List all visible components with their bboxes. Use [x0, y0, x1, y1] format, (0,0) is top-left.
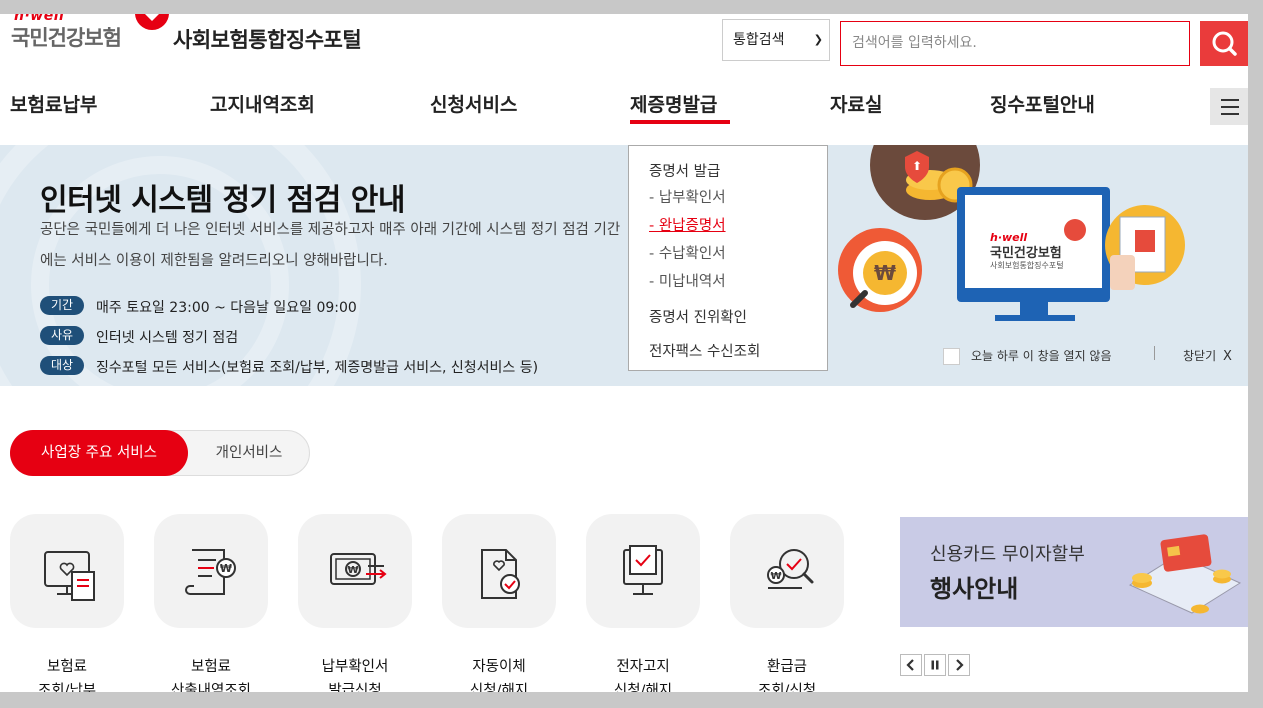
hamburger-icon-line [1221, 106, 1239, 108]
service-label[interactable]: 환급금조회/신청 [730, 655, 844, 692]
search-icon [1212, 31, 1237, 56]
search-scope-value: 통합검색 [733, 32, 785, 48]
logo-heart-icon [135, 14, 169, 30]
close-icon: X [1222, 349, 1232, 364]
promo-line1: 신용카드 무이자할부 [930, 544, 1085, 565]
dont-show-today-checkbox[interactable] [943, 348, 960, 365]
page: h·well 국민건강보험 사회보험통합징수포털 통합검색 ❯ 검색어를 입력하… [0, 14, 1248, 692]
hamburger-menu-button[interactable] [1210, 88, 1248, 125]
reason-text: 인터넷 시스템 정기 점검 [96, 330, 239, 346]
nav-item-portal-guide[interactable]: 징수포털안내 [990, 90, 1095, 117]
illustration-logo-sub: 사회보험통합징수포털 [990, 261, 1064, 270]
badge-target: 대상 [40, 356, 84, 375]
service-label-line1: 전자고지 [616, 659, 670, 675]
service-tile-e-notice[interactable] [586, 514, 700, 628]
search-button[interactable] [1200, 21, 1248, 66]
promo-next-button[interactable] [948, 654, 970, 676]
service-label[interactable]: 보험료조회/납부 [10, 655, 124, 692]
service-tile-auto-transfer[interactable] [442, 514, 556, 628]
logo-nhis[interactable]: 국민건강보험 [11, 22, 122, 52]
dropdown-item-receipt-confirmation[interactable]: - 수납확인서 [649, 242, 726, 263]
dropdown-item-efax[interactable]: 전자팩스 수신조회 [649, 340, 760, 361]
service-label[interactable]: 전자고지신청/해지 [586, 655, 700, 692]
chevron-right-icon [956, 659, 964, 671]
dropdown-item-certificate-issue[interactable]: 증명서 발급 [649, 160, 720, 181]
scroll-won-icon: ₩ [185, 549, 236, 595]
tab-business-services[interactable]: 사업장 주요 서비스 [10, 430, 188, 476]
close-banner-label: 창닫기 [1183, 349, 1217, 363]
svg-text:₩: ₩ [220, 562, 232, 575]
promo-banner[interactable]: 신용카드 무이자할부 행사안내 [900, 517, 1248, 627]
service-label[interactable]: 납부확인서발급신청 [298, 655, 412, 692]
site-title[interactable]: 사회보험통합징수포털 [173, 24, 362, 54]
service-label-line2: 조회/신청 [757, 683, 817, 692]
search-input[interactable]: 검색어를 입력하세요. [840, 21, 1190, 66]
service-label-line2: 신청/해지 [469, 683, 529, 692]
monitor-check-icon [623, 545, 663, 595]
svg-text:⬆: ⬆ [912, 159, 922, 173]
service-label-line2: 산출내역조회 [170, 683, 252, 692]
banner-description: 공단은 국민들에게 더 나은 인터넷 서비스를 제공하고자 매주 아래 기간에 … [40, 222, 621, 269]
certificate-dropdown-menu: 증명서 발급 - 납부확인서 - 완납증명서 - 수납확인서 - 미납내역서 증… [628, 145, 828, 371]
service-label-line2: 신청/해지 [613, 683, 673, 692]
nav-active-indicator [630, 120, 730, 124]
tab-personal-services[interactable]: 개인서비스 [190, 430, 308, 476]
promo-prev-button[interactable] [900, 654, 922, 676]
chevron-left-icon [906, 659, 914, 671]
service-label-line1: 보험료 [190, 659, 232, 675]
svg-text:₩: ₩ [770, 571, 781, 582]
service-label[interactable]: 보험료산출내역조회 [154, 655, 268, 692]
service-tile-premium-payment[interactable] [10, 514, 124, 628]
hamburger-icon [1221, 99, 1239, 101]
chevron-down-icon: ❯ [813, 33, 823, 46]
banner-title: 인터넷 시스템 정기 점검 안내 [40, 183, 405, 218]
nav-item-certificate[interactable]: 제증명발급 [630, 90, 717, 117]
notice-banner: 인터넷 시스템 정기 점검 안내 공단은 국민들에게 더 나은 인터넷 서비스를… [0, 145, 1248, 386]
nav-item-payment[interactable]: 보험료납부 [10, 90, 97, 117]
illustration-logo-main: 국민건강보험 [990, 246, 1062, 261]
badge-reason: 사유 [40, 326, 84, 345]
hamburger-icon-line [1221, 113, 1239, 115]
service-label-line1: 납부확인서 [321, 659, 389, 675]
service-tile-payment-confirmation[interactable]: ₩ [298, 514, 412, 628]
promo-pause-button[interactable] [924, 654, 946, 676]
service-label-line2: 발급신청 [328, 683, 382, 692]
document-check-icon [481, 549, 520, 599]
dropdown-item-unpaid-statement[interactable]: - 미납내역서 [649, 270, 726, 291]
promo-line2: 행사안내 [930, 575, 1019, 603]
divider [1154, 346, 1155, 360]
dropdown-item-verification[interactable]: 증명서 진위확인 [649, 306, 747, 327]
service-label-line1: 보험료 [46, 659, 88, 675]
service-tile-premium-calculation[interactable]: ₩ [154, 514, 268, 628]
service-label-line1: 자동이체 [472, 659, 526, 675]
badge-period: 기간 [40, 296, 84, 315]
svg-text:₩: ₩ [347, 565, 358, 576]
service-tile-refund[interactable]: ₩ [730, 514, 844, 628]
service-label-line1: 환급금 [766, 659, 808, 675]
target-text: 징수포털 모든 서비스(보험료 조회/납부, 제증명발급 서비스, 신청서비스 … [96, 360, 539, 376]
pause-icon [931, 660, 939, 670]
dropdown-item-payment-confirmation[interactable]: - 납부확인서 [649, 186, 726, 207]
svg-text:₩: ₩ [874, 261, 896, 285]
dropdown-item-full-payment-certificate[interactable]: - 완납증명서 [649, 214, 726, 235]
search-scope-select[interactable]: 통합검색 ❯ [722, 19, 830, 61]
nav-item-archive[interactable]: 자료실 [830, 90, 882, 117]
won-card-arrow-icon: ₩ [330, 553, 387, 585]
won-magnifier-icon: ₩ [767, 549, 814, 589]
dont-show-today-label[interactable]: 오늘 하루 이 창을 열지 않음 [971, 347, 1112, 364]
service-label[interactable]: 자동이체신청/해지 [442, 655, 556, 692]
nav-item-notice[interactable]: 고지내역조회 [210, 90, 315, 117]
nav-item-application[interactable]: 신청서비스 [430, 90, 517, 117]
service-label-line2: 조회/납부 [37, 683, 97, 692]
monitor-heart-receipt-icon [44, 551, 95, 601]
close-banner-button[interactable]: 창닫기 X [1183, 347, 1232, 364]
period-text: 매주 토요일 23:00 ~ 다음날 일요일 09:00 [96, 300, 357, 316]
credit-card-phone-icon [1128, 534, 1242, 614]
